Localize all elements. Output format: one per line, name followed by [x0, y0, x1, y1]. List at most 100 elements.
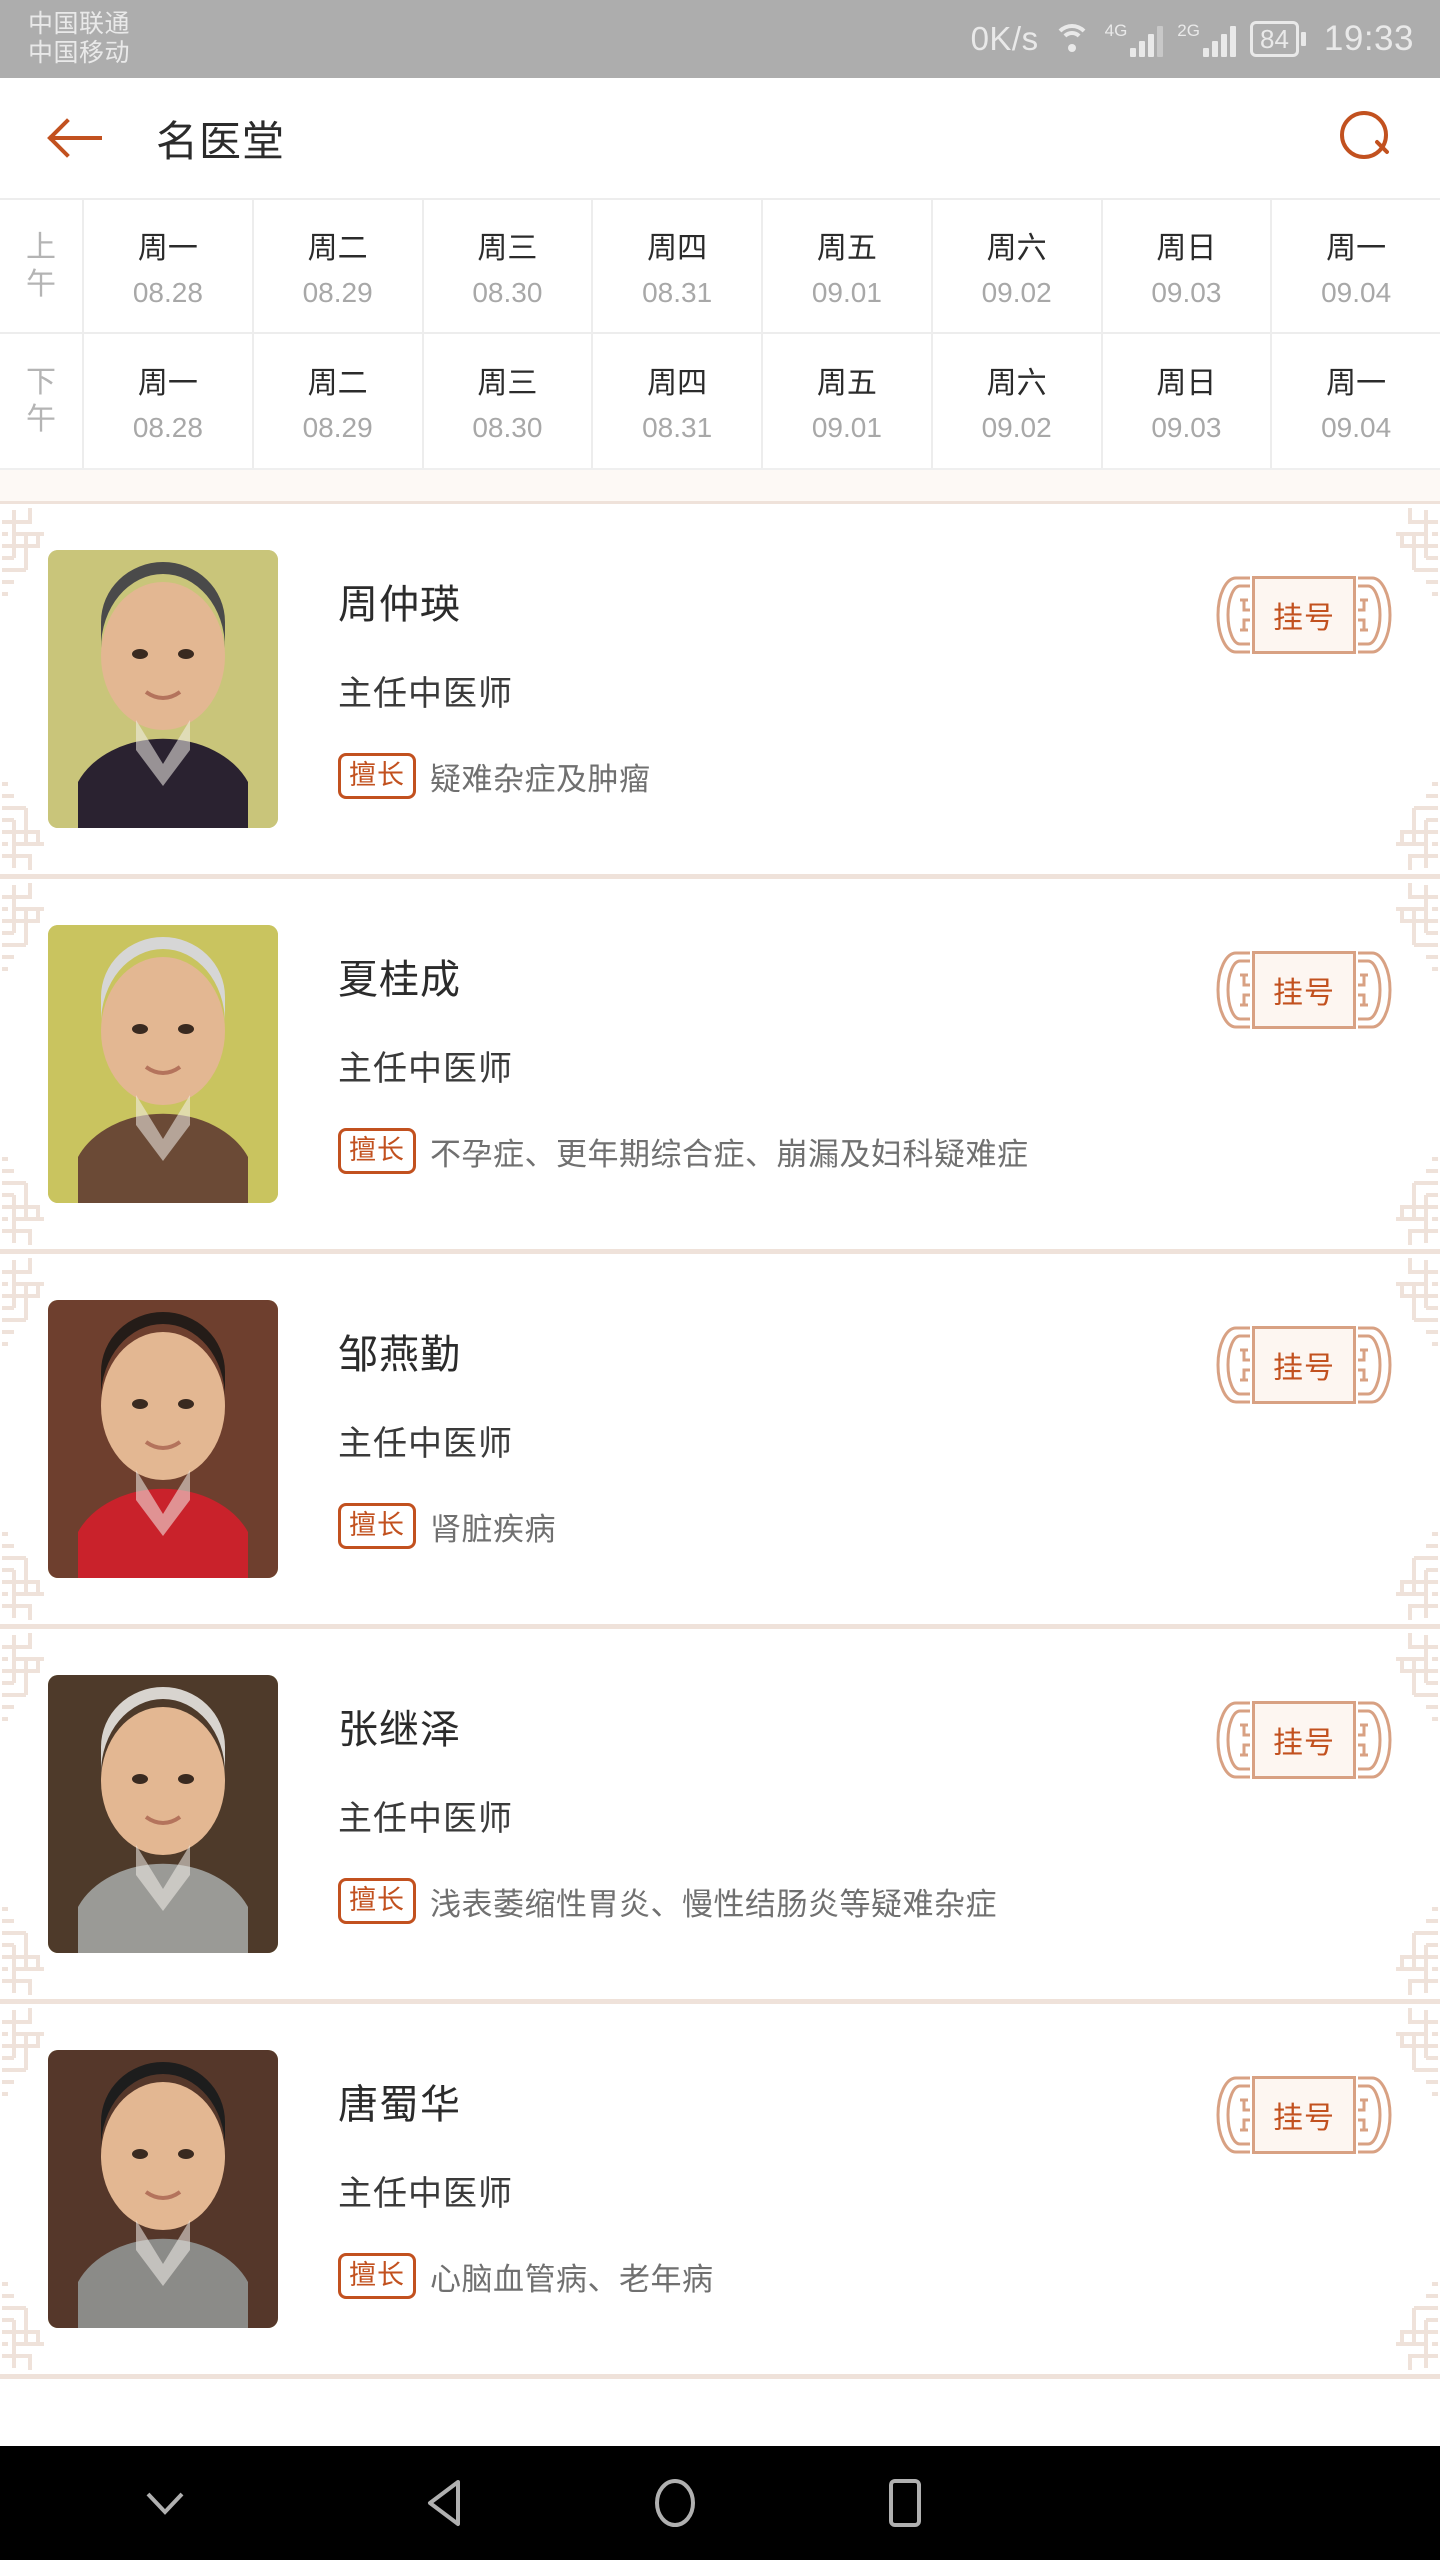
- wifi-icon: [1052, 24, 1091, 54]
- doctor-card-wrapper: 夏桂成 主任中医师 擅长 不孕症、更年期综合症、崩漏及妇科疑难症 挂号: [0, 879, 1440, 1249]
- schedule-cell[interactable]: 周三 08.30: [424, 334, 594, 468]
- doctor-skill-text: 疑难杂症及肿瘤: [430, 761, 651, 797]
- schedule-cell[interactable]: 周一 09.04: [1272, 334, 1440, 468]
- schedule-weekday: 周五: [816, 232, 877, 265]
- schedule-cell[interactable]: 周五 09.01: [763, 334, 933, 468]
- sim2-signal-bars: [1202, 25, 1236, 57]
- schedule-cell[interactable]: 周三 08.30: [424, 200, 594, 332]
- skill-badge: 擅长: [338, 1878, 416, 1925]
- register-button[interactable]: 挂号: [1216, 2076, 1392, 2154]
- schedule-date: 08.28: [132, 412, 203, 443]
- android-nav-bar: [0, 2446, 1440, 2560]
- doctor-skill-text: 肾脏疾病: [430, 1511, 556, 1547]
- network-speed: 0K/s: [970, 20, 1039, 57]
- schedule-weekday: 周三: [477, 367, 538, 400]
- schedule-cell[interactable]: 周一 09.04: [1272, 200, 1440, 332]
- register-button[interactable]: 挂号: [1216, 1326, 1392, 1404]
- doctor-name: 张继泽: [338, 1708, 461, 1752]
- register-button[interactable]: 挂号: [1216, 951, 1392, 1029]
- doctor-skill-row: 擅长 疑难杂症及肿瘤: [338, 753, 1198, 800]
- schedule-period-label: 上午: [0, 200, 84, 332]
- schedule-weekday: 周一: [137, 367, 198, 400]
- doctor-card[interactable]: 唐蜀华 主任中医师 擅长 心脑血管病、老年病 挂号: [0, 2004, 1440, 2374]
- doctor-info: 张继泽主任中医师擅长 浅表萎缩性胃炎、慢性结肠炎等疑难杂症: [278, 1675, 1198, 1925]
- schedule-cell[interactable]: 周日 09.03: [1103, 334, 1273, 468]
- back-arrow-icon[interactable]: [52, 115, 104, 161]
- doctor-skill-row: 擅长 浅表萎缩性胃炎、慢性结肠炎等疑难杂症: [338, 1878, 1198, 1925]
- app-header: 名医堂: [0, 78, 1440, 198]
- schedule-cell[interactable]: 周五 09.01: [763, 200, 933, 332]
- card-divider: [0, 2374, 1440, 2379]
- schedule-weekday: 周二: [307, 367, 368, 400]
- schedule-date: 09.02: [981, 277, 1052, 308]
- circle-home-icon[interactable]: [560, 2446, 790, 2560]
- doctor-list: 周仲瑛 主任中医师 擅长 疑难杂症及肿瘤 挂号 夏桂成 主任中医师 擅长 不孕症、更年期综合症、…: [0, 504, 1440, 2379]
- doctor-avatar: [48, 2050, 278, 2328]
- schedule-date: 09.03: [1151, 412, 1222, 443]
- register-button-label: 挂号: [1252, 2076, 1356, 2154]
- ornament-right-icon: [1356, 951, 1392, 1029]
- schedule-weekday: 周六: [986, 232, 1047, 265]
- register-button-label: 挂号: [1252, 1701, 1356, 1779]
- schedule-date: 09.01: [811, 412, 882, 443]
- sim2-signal-icon: 2G: [1177, 22, 1236, 57]
- doctor-card[interactable]: 夏桂成 主任中医师 擅长 不孕症、更年期综合症、崩漏及妇科疑难症 挂号: [0, 879, 1440, 1249]
- ornament-left-icon: [1216, 1326, 1252, 1404]
- doctor-card[interactable]: 张继泽 主任中医师 擅长 浅表萎缩性胃炎、慢性结肠炎等疑难杂症 挂号: [0, 1629, 1440, 1999]
- period-char-2: 午: [26, 403, 56, 436]
- schedule-cell[interactable]: 周四 08.31: [593, 200, 763, 332]
- doctor-card-wrapper: 邹燕勤 主任中医师 擅长 肾脏疾病 挂号: [0, 1254, 1440, 1624]
- doctor-info: 周仲瑛 主任中医师 擅长 疑难杂症及肿瘤: [278, 550, 1198, 800]
- schedule-date: 08.30: [472, 277, 543, 308]
- schedule-date: 08.30: [472, 412, 543, 443]
- schedule-period-label: 下午: [0, 334, 84, 468]
- status-indicators: 0K/s 4G 2G 84 19:33: [971, 19, 1414, 59]
- doctor-info: 唐蜀华 主任中医师 擅长 心脑血管病、老年病: [278, 2050, 1198, 2300]
- schedule-date: 08.29: [302, 277, 373, 308]
- square-recents-icon[interactable]: [790, 2446, 1020, 2560]
- triangle-back-icon[interactable]: [330, 2446, 560, 2560]
- period-char-2: 午: [26, 268, 56, 301]
- schedule-cell[interactable]: 周六 09.02: [933, 200, 1103, 332]
- ornament-right-icon: [1356, 2076, 1392, 2154]
- skill-badge: 擅长: [338, 753, 416, 800]
- carrier-names: 中国联通 中国移动: [28, 10, 130, 68]
- sim1-network-label: 4G: [1104, 20, 1128, 40]
- doctor-card-wrapper: 唐蜀华 主任中医师 擅长 心脑血管病、老年病 挂号: [0, 2004, 1440, 2374]
- schedule-cell[interactable]: 周二 08.29: [254, 200, 424, 332]
- doctor-card[interactable]: 周仲瑛 主任中医师 擅长 疑难杂症及肿瘤 挂号: [0, 504, 1440, 874]
- skill-badge: 擅长: [338, 2253, 416, 2300]
- schedule-cell[interactable]: 周一 08.28: [84, 200, 254, 332]
- doctor-avatar: [48, 925, 278, 1203]
- search-icon[interactable]: [1340, 111, 1394, 165]
- schedule-cell[interactable]: 周日 09.03: [1103, 200, 1273, 332]
- doctor-card[interactable]: 邹燕勤 主任中医师 擅长 肾脏疾病 挂号: [0, 1254, 1440, 1624]
- schedule-weekday: 周四: [647, 232, 708, 265]
- schedule-date: 09.02: [981, 412, 1052, 443]
- doctor-title: 主任中医师: [338, 675, 513, 713]
- schedule-cell[interactable]: 周一 08.28: [84, 334, 254, 468]
- doctor-title: 主任中医师: [338, 2175, 513, 2213]
- schedule-weekday: 周二: [307, 232, 368, 265]
- schedule-cell[interactable]: 周二 08.29: [254, 334, 424, 468]
- schedule-cell[interactable]: 周四 08.31: [593, 334, 763, 468]
- schedule-date: 09.03: [1151, 277, 1222, 308]
- skill-badge: 擅长: [338, 1503, 416, 1550]
- doctor-name: 夏桂成: [338, 958, 461, 1002]
- schedule-cell[interactable]: 周六 09.02: [933, 334, 1103, 468]
- ornament-right-icon: [1356, 1326, 1392, 1404]
- doctor-card-wrapper: 张继泽 主任中医师 擅长 浅表萎缩性胃炎、慢性结肠炎等疑难杂症 挂号: [0, 1629, 1440, 1999]
- sim1-signal-icon: 4G: [1105, 22, 1164, 57]
- ornament-left-icon: [1216, 2076, 1252, 2154]
- register-button[interactable]: 挂号: [1216, 576, 1392, 654]
- chevron-down-icon[interactable]: [0, 2446, 330, 2560]
- ornament-right-icon: [1356, 576, 1392, 654]
- schedule-weekday: 周一: [1326, 367, 1387, 400]
- schedule-weekday: 周六: [986, 367, 1047, 400]
- register-button[interactable]: 挂号: [1216, 1701, 1392, 1779]
- doctor-info: 邹燕勤 主任中医师 擅长 肾脏疾病: [278, 1300, 1198, 1550]
- schedule-weekday: 周日: [1156, 232, 1217, 265]
- doctor-title: 主任中医师: [338, 1425, 513, 1463]
- doctor-title: 主任中医师: [338, 1800, 513, 1838]
- doctor-skill-text: 不孕症、更年期综合症、崩漏及妇科疑难症: [430, 1136, 1029, 1172]
